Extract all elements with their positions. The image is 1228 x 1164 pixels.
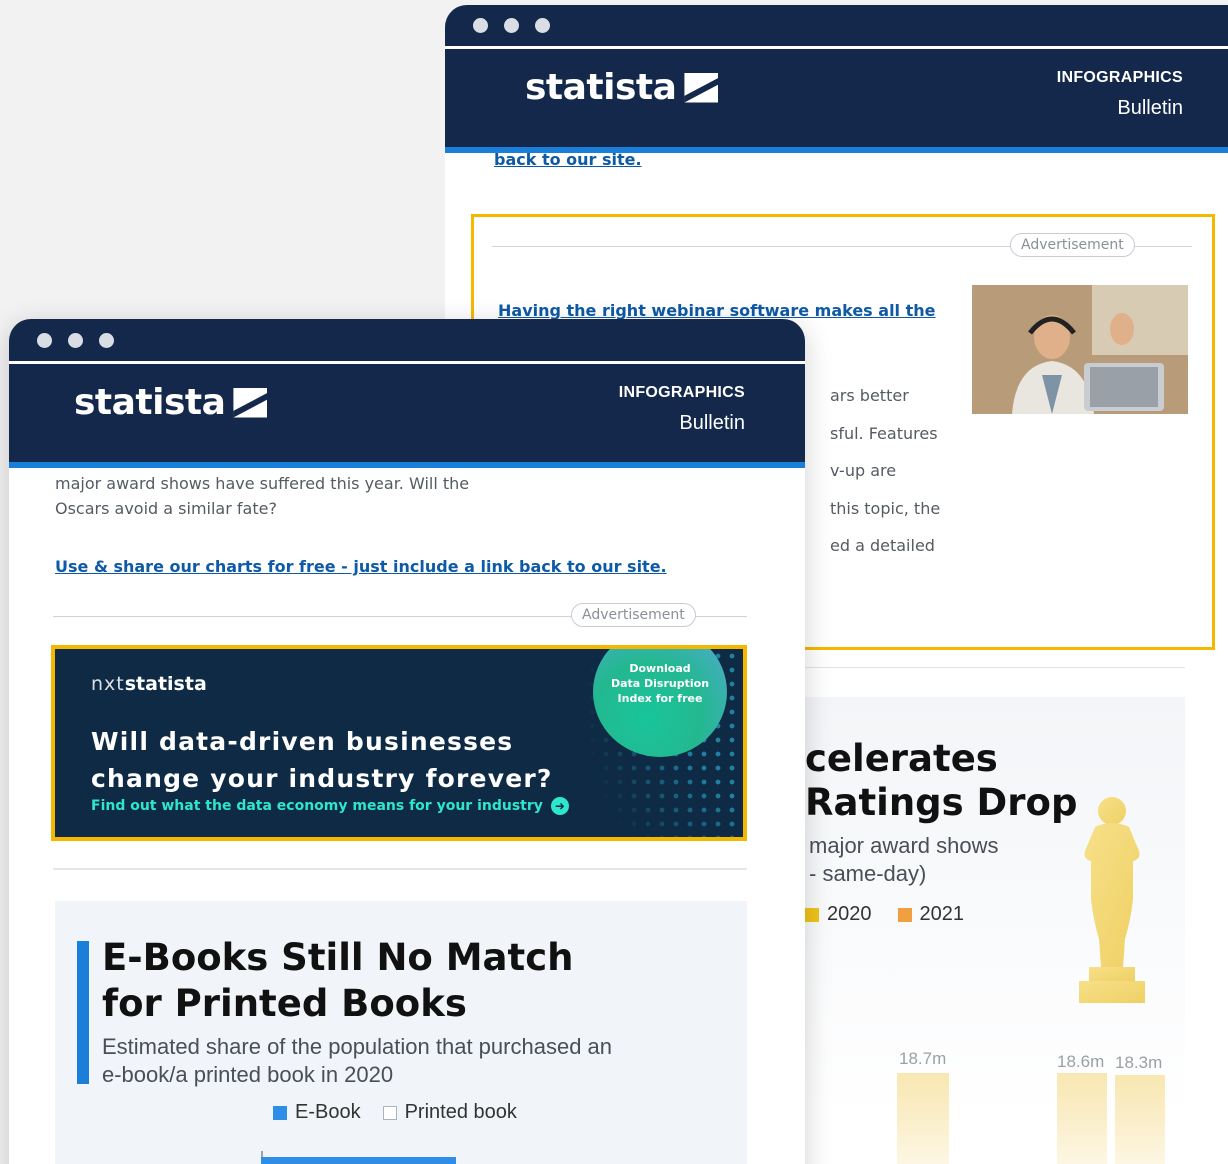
legend-swatch-ebook (273, 1105, 287, 1120)
section-subtitle: Bulletin (679, 412, 745, 434)
front-browser-window: statista INFOGRAPHICS Bulletin major awa… (9, 319, 805, 1164)
section-divider (805, 667, 1185, 668)
section-title: INFOGRAPHICS (1056, 69, 1183, 86)
chart-bar[interactable] (1057, 1073, 1107, 1164)
oscar-statuette-icon (1079, 797, 1145, 1003)
legend-swatch-2020 (805, 907, 819, 922)
share-charts-link[interactable]: Use & share our charts for free - just i… (55, 557, 667, 576)
logo-text: statista (525, 67, 677, 108)
brand-suffix: statista (124, 673, 207, 695)
badge-line: Download (629, 662, 691, 675)
chart-legend: 2020 2021 (805, 903, 964, 926)
brand-prefix: nxt (91, 673, 125, 695)
ad-body-line: sful. Features (830, 423, 938, 443)
ad-body-line: this topic, the (830, 498, 941, 518)
chart-title-line: E-Books Still No Match (102, 936, 574, 979)
back-to-site-link[interactable]: back to our site. (494, 150, 642, 169)
front-window-titlebar (9, 319, 805, 364)
banner-cta-link[interactable]: Find out what the data economy means for… (91, 797, 569, 815)
chart-bar[interactable] (261, 1157, 456, 1164)
legend-item-ebook: E-Book (273, 1101, 361, 1124)
ad-body-line: ed a detailed (830, 536, 935, 555)
legend-label: 2021 (919, 903, 965, 925)
ad-body-line: ars better (830, 386, 909, 405)
chart-title-line: for Printed Books (102, 982, 467, 1025)
webinar-ad-photo[interactable] (972, 285, 1188, 414)
article-intro: major award shows have suffered this yea… (55, 471, 469, 521)
legend-item-2020: 2020 (805, 903, 872, 926)
ebooks-vs-printed-chart[interactable]: E-Books Still No Match for Printed Books… (55, 901, 747, 1164)
legend-item-2021: 2021 (897, 903, 965, 926)
legend-swatch-printed (382, 1105, 397, 1120)
webinar-ad-headline-link[interactable]: Having the right webinar software makes … (498, 301, 936, 320)
legend-label: E-Book (295, 1101, 361, 1123)
banner-headline-line: Will data-driven businesses (91, 727, 514, 756)
back-window-titlebar (445, 5, 1228, 49)
header-section-label: INFOGRAPHICS Bulletin (619, 384, 745, 435)
header-section-label: INFOGRAPHICS Bulletin (1057, 69, 1183, 120)
statista-logo[interactable]: statista (525, 67, 719, 108)
badge-line: Index for free (617, 692, 703, 705)
logo-text: statista (74, 382, 226, 423)
advertisement-label: Advertisement (571, 603, 696, 627)
intro-line: Oscars avoid a similar fate? (55, 499, 277, 518)
window-minimize-dot[interactable] (504, 18, 519, 33)
section-subtitle: Bulletin (1117, 97, 1183, 119)
arrow-right-icon: ➜ (550, 797, 569, 815)
nxtstatista-brand: nxtstatista (91, 673, 207, 695)
chart-subtitle: Estimated share of the population that p… (102, 1033, 612, 1089)
legend-swatch-2021 (897, 907, 912, 922)
legend-label: 2020 (827, 903, 872, 925)
man-with-headphones-laptop-image (972, 285, 1188, 414)
chart-title-line: celerates (805, 737, 998, 780)
advertisement-label: Advertisement (1010, 233, 1135, 257)
banner-headline-line: change your industry forever? (91, 764, 553, 793)
newsletter-header: statista INFOGRAPHICS Bulletin (9, 364, 805, 468)
bar-value-label: 18.3m (1115, 1053, 1163, 1072)
section-divider (53, 868, 747, 870)
chart-subtitle-line: major award shows (809, 833, 999, 858)
chart-subtitle-line: Estimated share of the population that p… (102, 1034, 613, 1059)
chart-legend: E-Book Printed book (273, 1101, 517, 1124)
statista-logo-icon (233, 387, 268, 418)
legend-item-printed: Printed book (382, 1101, 517, 1124)
badge-line: Data Disruption (610, 677, 710, 690)
ad-body-line: v-up are (830, 461, 897, 480)
section-title: INFOGRAPHICS (618, 384, 745, 401)
bar-value-label: 18.6m (1057, 1052, 1105, 1071)
chart-title: E-Books Still No Match for Printed Books (102, 935, 573, 1027)
cta-text: Find out what the data economy means for… (91, 798, 543, 814)
chart-title-line: Ratings Drop (805, 781, 1078, 824)
bar-value-label: 18.7m (899, 1049, 947, 1068)
statista-logo-icon (684, 72, 719, 103)
oscars-ratings-chart[interactable]: celerates Ratings Drop major award shows… (805, 697, 1185, 1164)
window-maximize-dot[interactable] (535, 18, 550, 33)
webinar-ad-body: ars better sful. Features v-up are this … (830, 377, 940, 565)
chart-bar[interactable] (1115, 1075, 1165, 1164)
chart-subtitle-line: - same-day) (809, 861, 927, 886)
window-close-dot[interactable] (473, 18, 488, 33)
intro-line: major award shows have suffered this yea… (55, 474, 470, 493)
chart-bar[interactable] (897, 1073, 949, 1164)
statista-logo[interactable]: statista (74, 382, 268, 423)
legend-label: Printed book (404, 1101, 517, 1123)
nxtstatista-banner-ad[interactable]: nxtstatista Download Data Disruption Ind… (51, 645, 747, 841)
title-accent-bar (77, 941, 89, 1084)
newsletter-header: statista INFOGRAPHICS Bulletin (445, 49, 1228, 153)
window-maximize-dot[interactable] (99, 332, 114, 348)
window-minimize-dot[interactable] (68, 332, 83, 348)
window-close-dot[interactable] (37, 332, 52, 348)
chart-subtitle-line: e-book/a printed book in 2020 (102, 1062, 394, 1087)
